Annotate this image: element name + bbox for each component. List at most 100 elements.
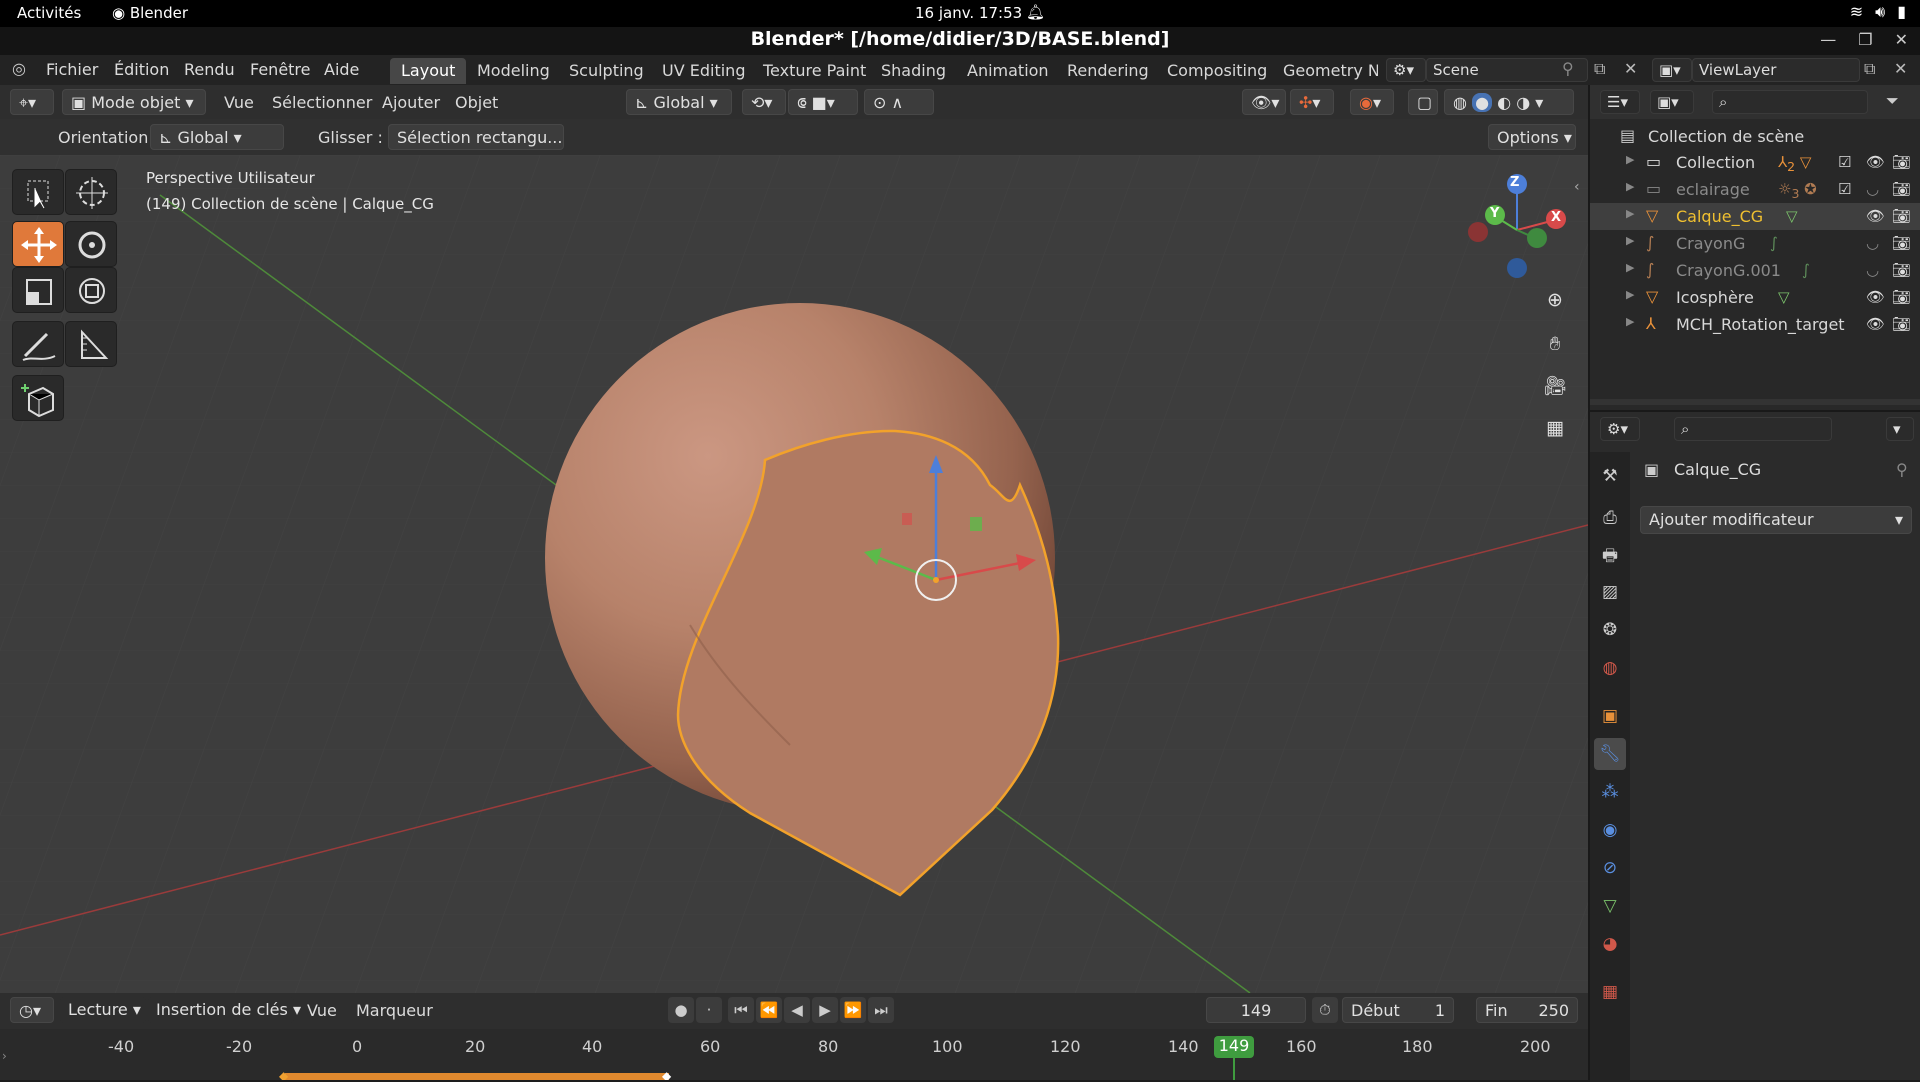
outliner-item-crayong-001[interactable]: ▶ ∫ CrayonG.001 ∫ ◡ 📷︎ (1590, 257, 1920, 284)
play-reverse-icon[interactable]: ◀ (784, 997, 810, 1023)
render-camera-icon[interactable]: 📷︎ (1892, 180, 1911, 198)
activities-button[interactable]: Activités (17, 4, 81, 22)
3d-viewport[interactable]: Z X Y Perspective Utilisateur (149) Coll… (0, 155, 1588, 993)
new-viewlayer-icon[interactable]: ⧉ (1864, 59, 1875, 79)
editor-type-button[interactable]: ⌖▾ (10, 89, 54, 115)
pin-icon[interactable]: ⚲ (1896, 460, 1908, 479)
include-checkbox[interactable]: ☑ (1838, 180, 1851, 198)
texture-tab-icon[interactable]: ▦ (1594, 976, 1626, 1008)
drag-dropdown[interactable]: Sélection rectangu... ▾ (388, 124, 564, 150)
tab-uv-editing[interactable]: UV Editing (651, 58, 756, 84)
start-frame-field[interactable]: Début 1 (1342, 997, 1454, 1023)
delete-scene-icon[interactable]: ✕ (1624, 59, 1637, 78)
render-camera-icon[interactable]: 📷︎ (1892, 234, 1911, 252)
tab-texture-paint[interactable]: Texture Paint (752, 58, 877, 84)
tool-tab-icon[interactable]: ⚒ (1594, 460, 1626, 492)
output-tab-icon[interactable]: 🖶︎ (1594, 540, 1626, 572)
eye-icon[interactable]: 👁︎ (1866, 153, 1885, 171)
nav-gizmo-y-label[interactable]: Y (1490, 206, 1499, 221)
material-shading-icon[interactable]: ◐ (1497, 93, 1511, 112)
nav-gizmo-z-label[interactable]: Z (1510, 175, 1519, 190)
volume-icon[interactable]: 🔊︎ (1875, 2, 1885, 22)
playhead-line[interactable] (1233, 1058, 1235, 1080)
material-tab-icon[interactable]: ◕ (1594, 928, 1626, 960)
outliner-item-eclairage[interactable]: ▶ ▭ eclairage ☼3 ✪ ☑ ◡ 📷︎ (1590, 176, 1920, 203)
object-tab-icon[interactable]: ▣ (1594, 700, 1626, 732)
timer-icon[interactable]: ⏱ (1312, 997, 1338, 1023)
filter-icon[interactable]: ⏷ (1886, 91, 1899, 111)
transform-orientation-dropdown[interactable]: ⊾ Global ▾ (626, 89, 732, 115)
tab-compositing[interactable]: Compositing (1156, 58, 1278, 84)
expand-arrow-icon[interactable]: ▶ (1626, 234, 1634, 247)
eye-icon[interactable]: 👁︎ (1866, 315, 1885, 333)
keyframe-diamond-icon[interactable]: ◆ (662, 1069, 671, 1080)
tab-layout[interactable]: Layout (390, 58, 467, 84)
sidebar-toggle-icon[interactable]: ‹ (1574, 179, 1580, 195)
close-icon[interactable]: ✕ (1895, 30, 1908, 49)
scene-tab-icon[interactable]: ❂ (1594, 614, 1626, 646)
include-checkbox[interactable]: ☑ (1838, 153, 1851, 171)
wifi-icon[interactable]: ≋ (1850, 2, 1863, 22)
orientation-dropdown[interactable]: ⊾ Global ▾ (150, 124, 284, 150)
options-dropdown[interactable]: Options ▾ (1488, 124, 1576, 150)
scale-tool[interactable] (12, 267, 64, 313)
cursor-tool[interactable] (65, 169, 117, 215)
next-keyframe-icon[interactable]: ⏩ (840, 997, 866, 1023)
annotate-tool[interactable] (12, 321, 64, 367)
keying-set-icon[interactable]: · (696, 997, 722, 1023)
app-menu[interactable]: ◉ Blender (112, 4, 188, 22)
mode-selector[interactable]: ▣ Mode objet ▾ (62, 89, 206, 115)
timeline-menu-vue[interactable]: Vue (307, 1001, 337, 1020)
outliner-item-mch-rotation-target[interactable]: ▶ ⅄ MCH_Rotation_target 👁︎ 📷︎ (1590, 311, 1920, 338)
render-camera-icon[interactable]: 📷︎ (1892, 315, 1911, 333)
menu-aide[interactable]: Aide (324, 60, 359, 79)
tab-sculpting[interactable]: Sculpting (558, 58, 655, 84)
prev-keyframe-icon[interactable]: ⏪ (756, 997, 782, 1023)
visibility-dropdown[interactable]: 👁︎▾ (1242, 89, 1286, 115)
viewlayer-name-field[interactable]: ViewLayer (1692, 58, 1860, 82)
menu-rendu[interactable]: Rendu (184, 60, 235, 79)
render-camera-icon[interactable]: 📷︎ (1892, 261, 1911, 279)
blender-menu-icon[interactable]: ◎ (12, 59, 26, 78)
end-frame-field[interactable]: Fin 250 (1476, 997, 1578, 1023)
eye-closed-icon[interactable]: ◡ (1866, 234, 1879, 252)
new-scene-icon[interactable]: ⧉ (1594, 59, 1605, 79)
jump-end-icon[interactable]: ⏭ (868, 997, 894, 1023)
menu-fenetre[interactable]: Fenêtre (250, 60, 311, 79)
timeline-menu-marqueur[interactable]: Marqueur (356, 1001, 433, 1020)
eye-closed-icon[interactable]: ◡ (1866, 261, 1879, 279)
properties-options-dropdown[interactable]: ▾ (1886, 417, 1914, 441)
select-box-tool[interactable] (12, 169, 64, 215)
expand-arrow-icon[interactable]: ▶ (1626, 315, 1634, 328)
outliner-item-crayong[interactable]: ▶ ∫ CrayonG ∫ ◡ 📷︎ (1590, 230, 1920, 257)
add-cube-tool[interactable] (12, 375, 64, 421)
render-camera-icon[interactable]: 📷︎ (1892, 207, 1911, 225)
tab-animation[interactable]: Animation (956, 58, 1060, 84)
properties-editor-type[interactable]: ⚙▾ (1600, 417, 1640, 441)
outliner-item-calque-cg[interactable]: ▶ ▽ Calque_CG ▽ 👁︎ 📷︎ (1590, 203, 1920, 230)
timeline-editor-type[interactable]: ◷▾ (10, 997, 54, 1023)
timeline-expand-icon[interactable]: › (2, 1049, 7, 1063)
measure-tool[interactable] (65, 321, 117, 367)
battery-icon[interactable]: ▮ (1897, 2, 1906, 22)
eye-icon[interactable]: 👁︎ (1866, 288, 1885, 306)
pan-hand-icon[interactable]: ✋︎ (1538, 327, 1572, 361)
transform-tool[interactable] (65, 267, 117, 313)
jump-start-icon[interactable]: ⏮ (728, 997, 754, 1023)
zoom-icon[interactable]: ⊕ (1538, 283, 1572, 317)
timeline-area[interactable]: -40 -20 0 20 40 60 80 100 120 140 160 18… (0, 1029, 1588, 1080)
expand-arrow-icon[interactable]: ▶ (1626, 153, 1634, 166)
wireframe-shading-icon[interactable]: ◍ (1453, 93, 1467, 112)
data-tab-icon[interactable]: ▽ (1594, 890, 1626, 922)
outliner-root[interactable]: ▤ Collection de scène (1590, 123, 1920, 150)
outliner-item-collection[interactable]: ▶ ▭ Collection ⅄2 ▽ ☑ 👁︎ 📷︎ (1590, 149, 1920, 176)
keying-dropdown[interactable]: Insertion de clés ▾ (148, 997, 301, 1023)
modifier-tab-icon[interactable]: 🔧︎ (1594, 738, 1626, 770)
outliner-item-icosphere[interactable]: ▶ ▽ Icosphère ▽ 👁︎ 📷︎ (1590, 284, 1920, 311)
camera-view-icon[interactable]: 🎥︎ (1538, 369, 1572, 403)
tab-modeling[interactable]: Modeling (466, 58, 561, 84)
overlays-toggle[interactable]: ◉▾ (1350, 89, 1394, 115)
current-frame-field[interactable]: 149 (1206, 997, 1306, 1023)
maximize-icon[interactable]: ❐ (1858, 30, 1872, 49)
menu-fichier[interactable]: Fichier (46, 60, 98, 79)
